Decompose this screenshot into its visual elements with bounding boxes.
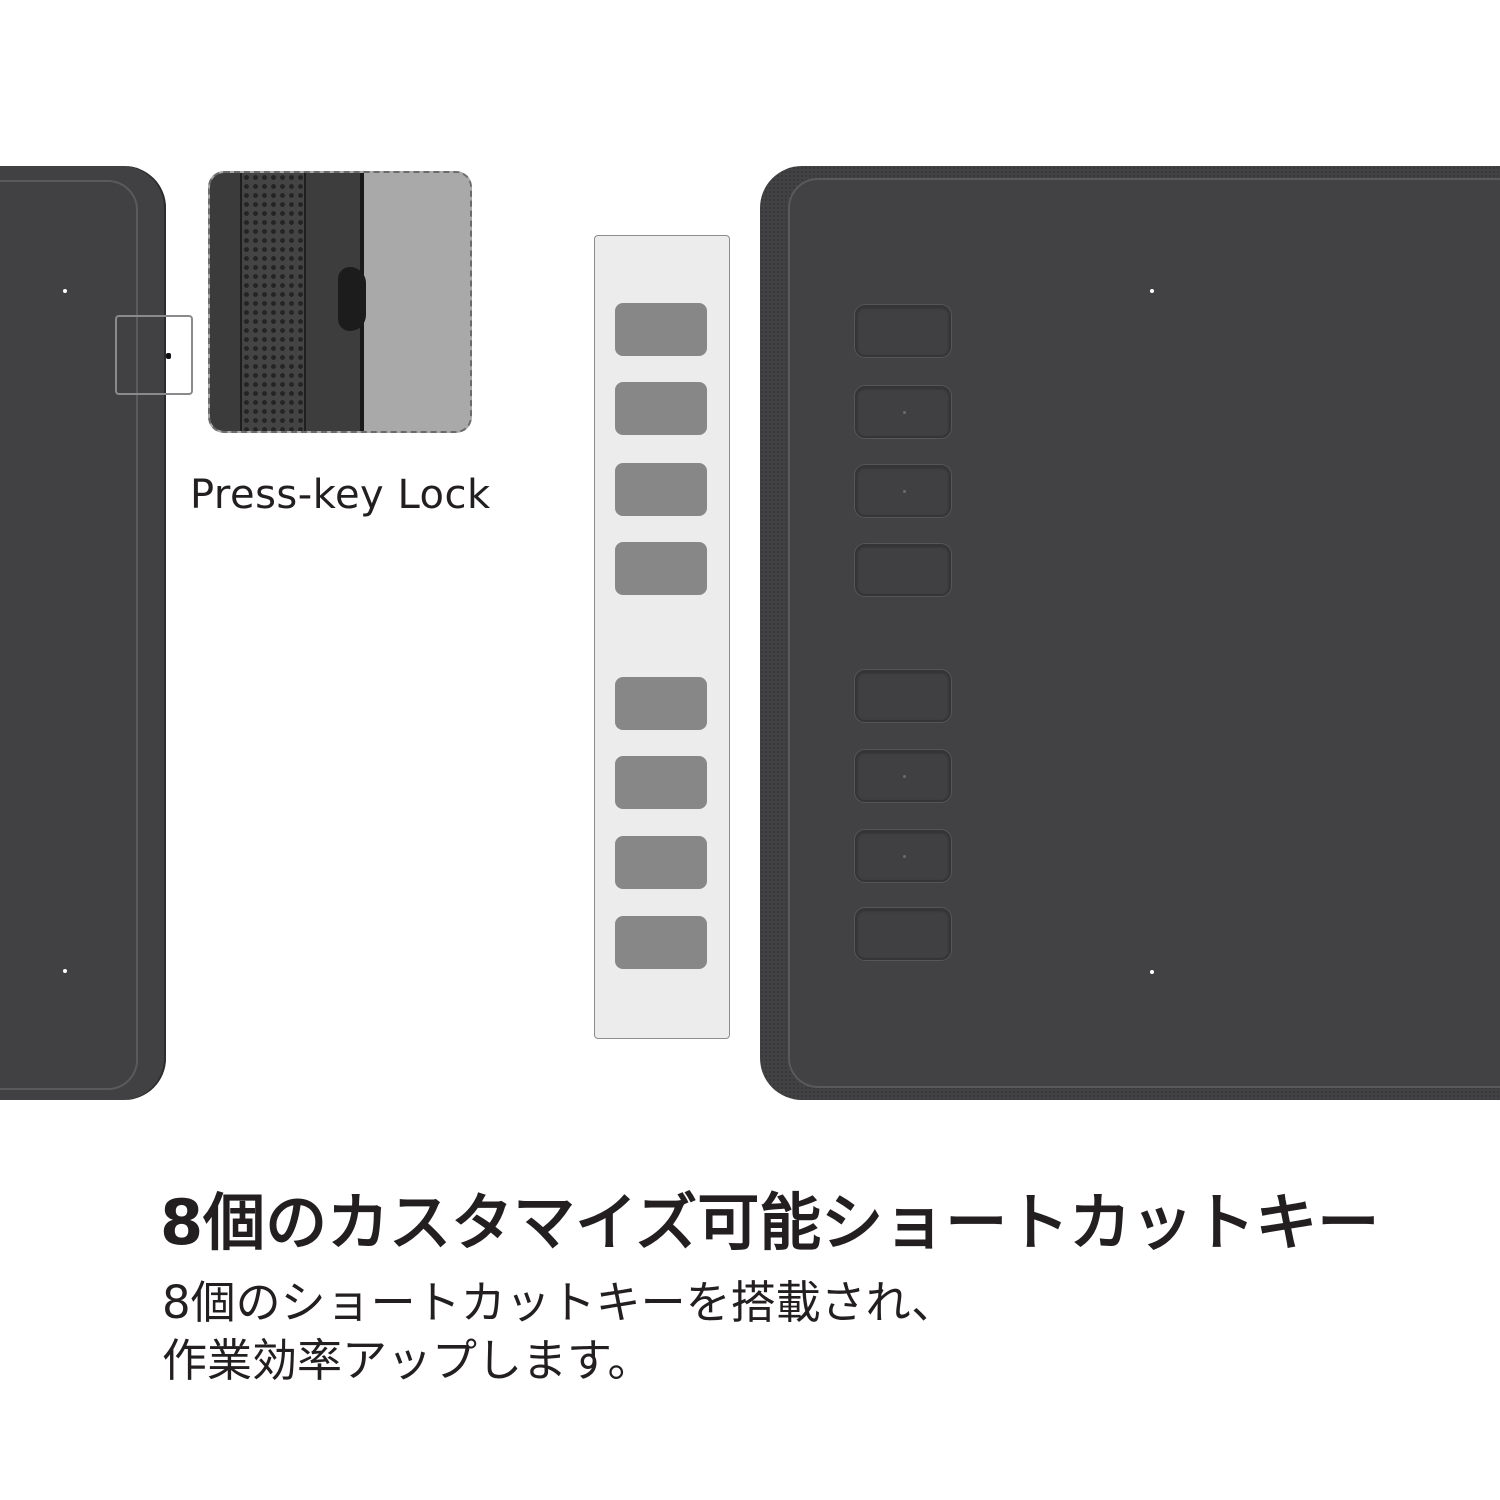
shortcut-keys-panel xyxy=(594,235,730,1039)
panel-key xyxy=(615,916,707,969)
panel-key xyxy=(615,303,707,356)
key-indicator-dot xyxy=(903,411,906,414)
lock-switch-icon xyxy=(338,267,366,331)
press-key-lock-label: Press-key Lock xyxy=(190,472,491,518)
tablet-grip-texture xyxy=(242,173,304,431)
tablet-right xyxy=(760,166,1500,1100)
shortcut-key-4 xyxy=(855,544,951,596)
tablet-left-edge xyxy=(0,166,166,1100)
headline: 8個のカスタマイズ可能ショートカットキー xyxy=(160,1186,1380,1259)
corner-marker-dot xyxy=(1150,289,1154,293)
press-key-lock-zoom-inset xyxy=(208,171,472,433)
shortcut-key-3 xyxy=(855,465,951,517)
panel-key xyxy=(615,756,707,809)
panel-key xyxy=(615,463,707,516)
corner-marker-dot xyxy=(1150,970,1154,974)
panel-key xyxy=(615,836,707,889)
tablet-side-rail xyxy=(210,173,242,431)
description-line-1: 8個のショートカットキーを搭載され、 xyxy=(162,1276,957,1329)
shortcut-key-7 xyxy=(855,830,951,882)
shortcut-key-6 xyxy=(855,750,951,802)
corner-marker-dot xyxy=(63,969,67,973)
key-indicator-dot xyxy=(903,490,906,493)
key-indicator-dot xyxy=(903,855,906,858)
description-line-2: 作業効率アップします。 xyxy=(162,1334,653,1387)
corner-marker-dot xyxy=(63,289,67,293)
panel-key xyxy=(615,542,707,595)
shortcut-key-2 xyxy=(855,386,951,438)
panel-key xyxy=(615,677,707,730)
inset-background xyxy=(364,173,470,431)
panel-key xyxy=(615,382,707,435)
shortcut-key-8 xyxy=(855,908,951,960)
press-key-lock-icon xyxy=(166,353,171,359)
shortcut-key-5 xyxy=(855,670,951,722)
shortcut-key-1 xyxy=(855,305,951,357)
press-key-lock-highlight xyxy=(115,315,193,395)
key-indicator-dot xyxy=(903,775,906,778)
